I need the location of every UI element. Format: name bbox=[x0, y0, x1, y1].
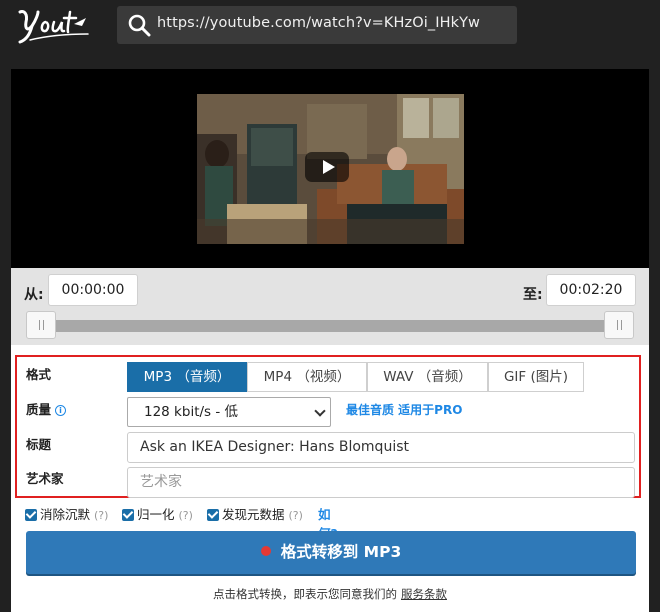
to-label: 至: bbox=[523, 287, 543, 303]
tab-mp4[interactable]: MP4 （视频） bbox=[247, 362, 367, 392]
help-icon[interactable]: (?) bbox=[94, 509, 108, 522]
discover-metadata-checkbox[interactable]: 发现元数据 (?) bbox=[207, 504, 303, 523]
quality-label: 质量 i bbox=[26, 399, 67, 418]
chevron-down-icon bbox=[314, 405, 326, 417]
quality-value: 128 kbit/s - 低 bbox=[144, 404, 239, 420]
from-time-input[interactable]: 00:00:00 bbox=[48, 274, 138, 306]
quality-select[interactable]: 128 kbit/s - 低 bbox=[127, 397, 331, 427]
trim-slider-track[interactable] bbox=[27, 320, 633, 332]
convert-button-label: 格式转移到 MP3 bbox=[280, 543, 402, 561]
artist-input[interactable]: 艺术家 bbox=[127, 467, 635, 498]
title-input[interactable]: Ask an IKEA Designer: Hans Blomquist bbox=[127, 432, 635, 463]
terms-text: 点击格式转换，即表示您同意我们的 bbox=[213, 587, 397, 601]
trim-section: 从: 00:00:00 至: 00:02:20 bbox=[11, 268, 649, 345]
terms-link[interactable]: 服务条款 bbox=[401, 587, 447, 601]
artist-label: 艺术家 bbox=[26, 471, 64, 486]
tab-mp3[interactable]: MP3 （音频） bbox=[127, 362, 247, 392]
trim-start-handle[interactable] bbox=[26, 311, 56, 339]
trim-end-handle[interactable] bbox=[604, 311, 634, 339]
checkbox-checked-icon[interactable] bbox=[207, 509, 219, 521]
video-player[interactable] bbox=[11, 69, 649, 268]
conversion-options: 格式 MP3 （音频） MP4 （视频） WAV （音频） GIF (图片) 质… bbox=[15, 355, 641, 498]
checkbox-label: 发现元数据 bbox=[222, 507, 285, 522]
tab-wav[interactable]: WAV （音频） bbox=[367, 362, 488, 392]
info-icon[interactable]: i bbox=[55, 405, 67, 416]
checkbox-checked-icon[interactable] bbox=[25, 509, 37, 521]
convert-button[interactable]: 格式转移到 MP3 bbox=[26, 531, 636, 574]
checkbox-label: 归一化 bbox=[137, 507, 175, 522]
to-time-input[interactable]: 00:02:20 bbox=[546, 274, 636, 306]
main-panel: 从: 00:00:00 至: 00:02:20 格式 MP3 （音频） MP4 … bbox=[11, 69, 649, 612]
title-label: 标题 bbox=[26, 437, 52, 452]
terms-notice: 点击格式转换，即表示您同意我们的 服务条款 bbox=[11, 586, 649, 602]
from-label: 从: bbox=[24, 287, 44, 303]
tab-gif[interactable]: GIF (图片) bbox=[488, 362, 584, 392]
best-quality-link[interactable]: 最佳音质 适用于PRO bbox=[346, 401, 462, 418]
format-label: 格式 bbox=[26, 367, 52, 382]
checkbox-label: 消除沉默 bbox=[40, 507, 91, 522]
search-icon bbox=[128, 14, 151, 37]
help-icon[interactable]: (?) bbox=[289, 509, 303, 522]
checkbox-checked-icon[interactable] bbox=[122, 509, 134, 521]
play-icon[interactable] bbox=[305, 152, 349, 182]
remove-silence-checkbox[interactable]: 消除沉默 (?) bbox=[25, 504, 108, 523]
record-dot-icon bbox=[260, 546, 271, 556]
url-search-bar[interactable]: https://youtube.com/watch?v=KHzOi_IHkYw bbox=[117, 6, 517, 44]
help-icon[interactable]: (?) bbox=[179, 509, 193, 522]
normalize-checkbox[interactable]: 归一化 (?) bbox=[122, 504, 193, 523]
video-thumbnail[interactable] bbox=[197, 94, 464, 244]
yout-logo[interactable] bbox=[16, 4, 96, 48]
url-input[interactable]: https://youtube.com/watch?v=KHzOi_IHkYw bbox=[157, 15, 480, 31]
